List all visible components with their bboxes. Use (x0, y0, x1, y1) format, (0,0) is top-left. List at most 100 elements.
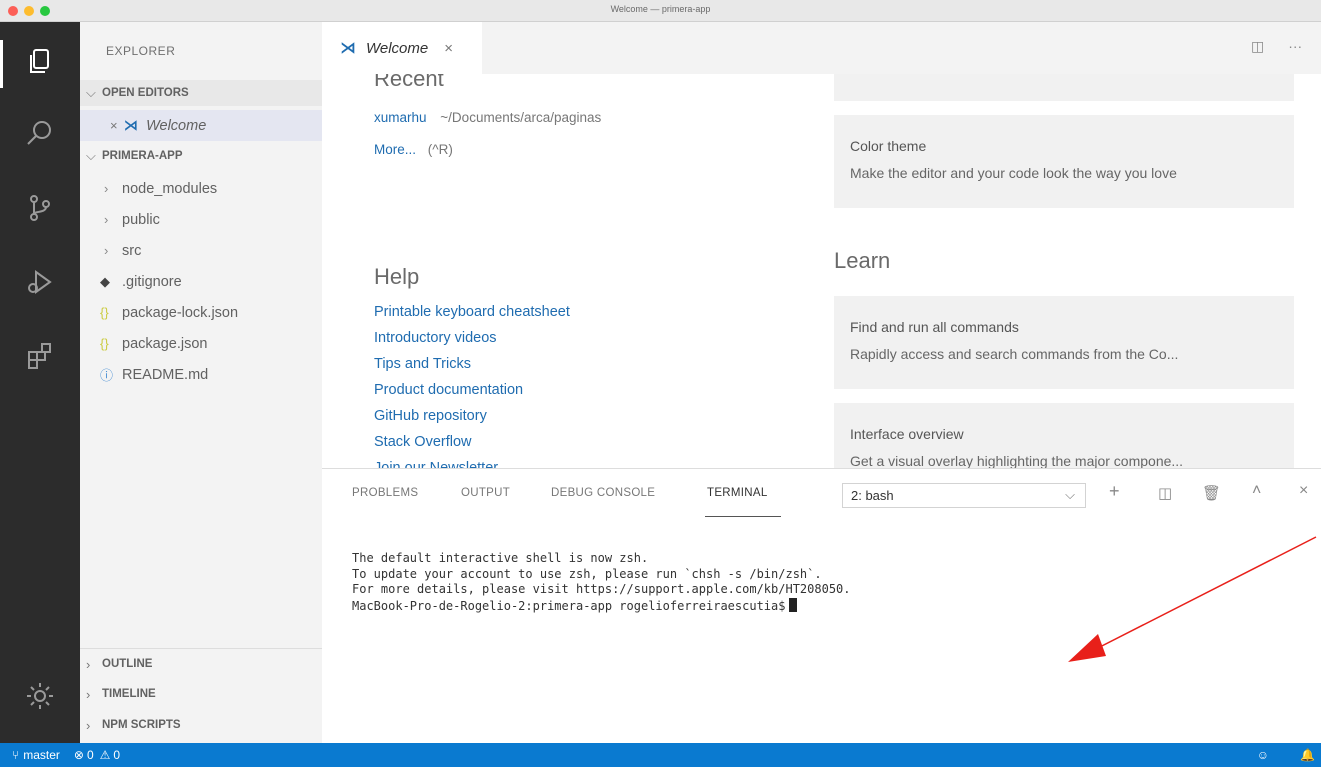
editor-actions: ◫ ··· (1251, 38, 1321, 55)
chevron-down-icon: ⌵ (86, 148, 96, 163)
split-editor-icon[interactable]: ◫ (1251, 38, 1264, 55)
tree-item-public[interactable]: › public (80, 204, 322, 235)
card-description: Make the editor and your code look the w… (850, 165, 1177, 181)
tree-item-label: public (122, 211, 160, 228)
tree-item-src[interactable]: › src (80, 235, 322, 266)
warning-count[interactable]: 0 (113, 748, 120, 762)
tree-item-label: src (122, 242, 142, 259)
learn-card-interface[interactable]: Interface overview Get a visual overlay … (834, 403, 1294, 468)
tree-item-readme[interactable]: ⓘ README.md (80, 359, 322, 390)
npm-scripts-label: NPM SCRIPTS (102, 719, 181, 731)
project-label: PRIMERA-APP (102, 150, 183, 162)
more-recent-link[interactable]: More... (^R) (374, 142, 453, 157)
card-description: Rapidly access and search commands from … (850, 346, 1179, 362)
terminal-select-value: 2: bash (851, 488, 894, 503)
info-icon: ⓘ (100, 368, 114, 383)
tab-terminal[interactable]: TERMINAL (707, 487, 768, 499)
explorer-sidebar: EXPLORER ⌵ OPEN EDITORS × ⋊ Welcome ⌵ PR… (80, 22, 322, 743)
tab-problems[interactable]: PROBLEMS (352, 487, 418, 499)
extensions-icon[interactable] (20, 336, 60, 376)
learn-heading: Learn (834, 248, 891, 273)
learn-card-commands[interactable]: Find and run all commands Rapidly access… (834, 296, 1294, 389)
color-theme-card[interactable]: Color theme Make the editor and your cod… (834, 115, 1294, 208)
run-debug-icon[interactable] (20, 262, 60, 302)
tree-item-label: README.md (122, 366, 209, 383)
warning-icon: ⚠ (99, 748, 111, 762)
search-icon[interactable] (20, 114, 60, 154)
terminal-select[interactable]: 2: bash ⌵ (842, 483, 1086, 508)
tree-item-label: node_modules (122, 180, 218, 197)
terminal-line: The default interactive shell is now zsh… (352, 551, 649, 565)
more-label: More... (374, 142, 417, 157)
terminal-cursor (789, 597, 798, 612)
vscode-logo-icon: ⋊ (340, 40, 356, 57)
more-shortcut: (^R) (427, 142, 453, 157)
tab-output[interactable]: OUTPUT (461, 487, 510, 499)
source-control-icon[interactable] (20, 188, 60, 228)
tab-label: Welcome (366, 39, 429, 57)
branch-icon: ⑂ (12, 748, 20, 762)
gitignore-icon: ◆ (100, 273, 110, 289)
open-editor-label: Welcome (146, 117, 207, 134)
chevron-right-icon: › (86, 717, 91, 733)
timeline-section[interactable]: › TIMELINE (80, 681, 322, 707)
card-title: Interface overview (850, 426, 964, 442)
help-link[interactable]: Tips and Tricks (374, 356, 471, 372)
new-terminal-plus-icon[interactable]: + (1109, 481, 1120, 502)
editor-tab-bar: ⋊ Welcome × ◫ ··· (322, 22, 1321, 74)
project-section[interactable]: ⌵ PRIMERA-APP (80, 143, 322, 169)
recent-item-path: ~/Documents/arca/paginas (440, 110, 602, 125)
divider (80, 648, 322, 649)
terminal-prompt: MacBook-Pro-de-Rogelio-2:primera-app rog… (352, 598, 786, 613)
card-title: Find and run all commands (850, 319, 1019, 335)
tree-item-package-lock[interactable]: {} package-lock.json (80, 297, 322, 328)
json-file-icon: {} (100, 305, 109, 320)
card-description: Get a visual overlay highlighting the ma… (850, 453, 1184, 468)
recent-item[interactable]: xumarhu ~/Documents/arca/paginas (374, 110, 601, 125)
explorer-icon[interactable] (20, 42, 60, 82)
help-link[interactable]: Product documentation (374, 382, 523, 398)
help-link[interactable]: Printable keyboard cheatsheet (374, 304, 570, 320)
chevron-right-icon: › (104, 243, 109, 258)
outline-label: OUTLINE (102, 658, 153, 670)
terminal-output[interactable]: The default interactive shell is now zsh… (352, 551, 851, 614)
open-editors-section[interactable]: ⌵ OPEN EDITORS (80, 80, 322, 106)
help-link[interactable]: Join our Newsletter (374, 460, 498, 468)
npm-scripts-section[interactable]: › NPM SCRIPTS (80, 712, 322, 738)
close-panel-icon[interactable]: × (1299, 482, 1308, 500)
feedback-icon[interactable]: ☺ (1257, 748, 1269, 762)
vscode-logo-icon: ⋊ (123, 117, 139, 134)
card-title: Color theme (850, 138, 927, 154)
tab-welcome[interactable]: ⋊ Welcome × (322, 22, 482, 74)
chevron-right-icon: › (86, 686, 91, 702)
terminal-line: For more details, please visit https://s… (352, 582, 851, 596)
help-link[interactable]: Stack Overflow (374, 434, 472, 450)
more-actions-icon[interactable]: ··· (1288, 38, 1302, 55)
chevron-right-icon: › (104, 212, 109, 227)
notifications-bell-icon[interactable]: 🔔 (1300, 748, 1315, 762)
bottom-panel: PROBLEMS OUTPUT DEBUG CONSOLE TERMINAL 2… (322, 468, 1321, 743)
tab-debug-console[interactable]: DEBUG CONSOLE (551, 487, 655, 499)
tree-item-gitignore[interactable]: ◆ .gitignore (80, 266, 322, 297)
close-icon[interactable]: × (444, 40, 453, 57)
chevron-up-icon[interactable]: ˄ (1252, 482, 1261, 500)
outline-section[interactable]: › OUTLINE (80, 651, 322, 677)
chevron-down-icon: ⌵ (86, 85, 96, 100)
settings-gear-icon[interactable] (20, 676, 60, 716)
tree-item-package-json[interactable]: {} package.json (80, 328, 322, 359)
split-terminal-icon[interactable]: ◫ (1158, 484, 1172, 502)
status-bar: ⑂ master ⊗ 0 ⚠ 0 ☺ 🔔 (0, 743, 1321, 767)
trash-icon[interactable]: 🗑 (1202, 484, 1221, 502)
error-count[interactable]: 0 (87, 748, 94, 762)
close-icon[interactable]: × (110, 118, 118, 133)
open-editors-label: OPEN EDITORS (102, 87, 189, 99)
help-link[interactable]: GitHub repository (374, 408, 487, 424)
open-editor-welcome[interactable]: × ⋊ Welcome (80, 110, 322, 141)
chevron-down-icon: ⌵ (1065, 487, 1075, 502)
tree-item-node-modules[interactable]: › node_modules (80, 173, 322, 204)
help-link[interactable]: Introductory videos (374, 330, 497, 346)
tree-item-label: package.json (122, 335, 208, 352)
customize-card-partial[interactable] (834, 74, 1294, 101)
explorer-header: EXPLORER (106, 44, 176, 58)
branch-name[interactable]: master (23, 748, 60, 762)
